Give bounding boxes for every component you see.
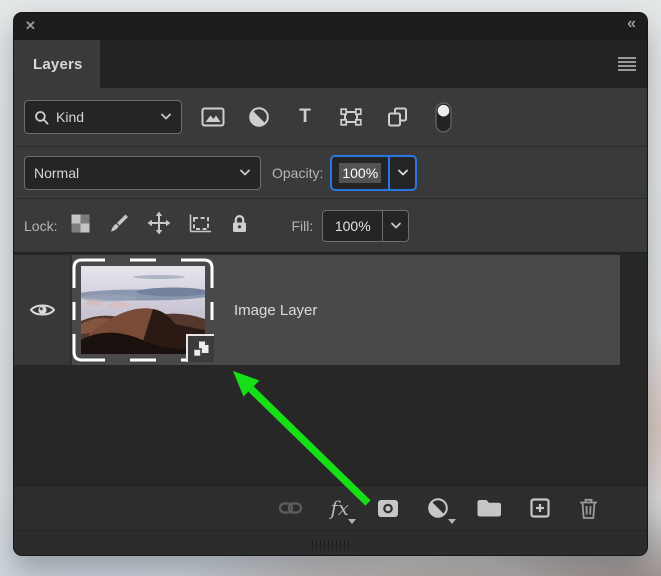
- new-adjustment-layer-button[interactable]: [427, 493, 456, 524]
- lock-all-icon[interactable]: [230, 213, 249, 239]
- blend-row: Normal Opacity: 100%: [14, 147, 647, 199]
- panel-toolbar: fx: [14, 485, 647, 530]
- filter-kind-value: Kind: [56, 109, 85, 125]
- smart-object-badge: [186, 334, 214, 362]
- opacity-combo: 100%: [330, 154, 418, 191]
- filter-row: Kind T: [14, 88, 647, 147]
- chevron-down-icon: [397, 169, 408, 175]
- add-layer-mask-button[interactable]: [376, 493, 400, 523]
- layer-name[interactable]: Image Layer: [234, 302, 317, 319]
- filter-type-buttons: T: [200, 101, 456, 133]
- trash-icon: [580, 498, 597, 519]
- new-group-button[interactable]: [476, 493, 502, 523]
- lock-position-icon[interactable]: [147, 211, 171, 240]
- layer-row[interactable]: Image Layer: [14, 255, 620, 365]
- fill-input[interactable]: 100%: [323, 211, 382, 241]
- tab-bar: Layers: [14, 40, 647, 88]
- opacity-label: Opacity:: [272, 164, 324, 181]
- layer-thumbnail[interactable]: [72, 258, 214, 362]
- opacity-dropdown-button[interactable]: [390, 157, 415, 189]
- eye-icon: [29, 304, 55, 316]
- search-icon: [35, 110, 49, 125]
- layer-style-fx-button[interactable]: fx: [330, 493, 356, 524]
- chevron-down-icon: [390, 222, 401, 228]
- collapse-panel-icon[interactable]: «: [627, 15, 636, 33]
- opacity-input[interactable]: 100%: [332, 157, 388, 189]
- close-icon[interactable]: ✕: [25, 18, 36, 34]
- filter-type-layers-icon[interactable]: T: [292, 102, 318, 132]
- chevron-down-icon: [161, 113, 171, 120]
- new-layer-icon: [530, 498, 550, 518]
- folder-icon: [477, 500, 501, 517]
- fx-icon: fx: [330, 496, 349, 520]
- link-layers-button[interactable]: [278, 493, 303, 523]
- lock-row: Lock: Fill: 100%: [14, 199, 647, 253]
- lock-image-pixels-icon[interactable]: [108, 212, 130, 239]
- filter-smart-objects-icon[interactable]: [384, 102, 410, 132]
- fill-dropdown-button[interactable]: [383, 211, 408, 241]
- panel-header: ✕ «: [14, 13, 647, 40]
- layers-panel: ✕ « Layers Kind T Normal Opacity: 100% L…: [14, 13, 647, 555]
- fill-value: 100%: [334, 217, 371, 234]
- lock-artboard-nesting-icon[interactable]: [188, 212, 213, 239]
- layer-mask-icon: [378, 499, 398, 517]
- dropdown-triangle-icon: [348, 519, 356, 524]
- dropdown-triangle-icon: [448, 519, 456, 524]
- filter-adjustment-layers-icon[interactable]: [246, 102, 272, 132]
- adjustment-layer-icon: [428, 498, 448, 518]
- filter-kind-dropdown[interactable]: Kind: [24, 100, 182, 134]
- link-icon: [279, 502, 303, 514]
- blend-mode-dropdown[interactable]: Normal: [24, 155, 261, 190]
- lock-label: Lock:: [24, 217, 58, 234]
- panel-menu-button[interactable]: [617, 55, 637, 73]
- filter-pixel-layers-icon[interactable]: [200, 102, 226, 132]
- chevron-down-icon: [240, 169, 250, 175]
- filtering-toggle[interactable]: [430, 101, 456, 133]
- filter-shape-layers-icon[interactable]: [338, 102, 364, 132]
- lock-transparent-pixels-icon[interactable]: [70, 213, 91, 239]
- layer-list: Image Layer: [14, 253, 647, 485]
- panel-footer: [14, 530, 647, 555]
- new-layer-button[interactable]: [529, 493, 551, 523]
- hamburger-menu-icon: [618, 57, 636, 71]
- fill-label: Fill:: [291, 217, 314, 234]
- opacity-value: 100%: [339, 162, 382, 183]
- lock-buttons: [70, 211, 249, 240]
- layer-controls: Kind T Normal Opacity: 100% Lock: Fill: …: [14, 88, 647, 253]
- layer-visibility-cell[interactable]: [14, 255, 72, 365]
- smart-object-badge-icon: [192, 341, 209, 358]
- tab-layers[interactable]: Layers: [14, 40, 100, 88]
- blend-mode-value: Normal: [34, 164, 80, 181]
- delete-layer-button[interactable]: [578, 493, 599, 523]
- resize-grip[interactable]: [312, 540, 349, 550]
- fill-combo: 100%: [322, 209, 410, 242]
- desktop-background: { "window": { "close_glyph": "✕", "colla…: [0, 0, 661, 576]
